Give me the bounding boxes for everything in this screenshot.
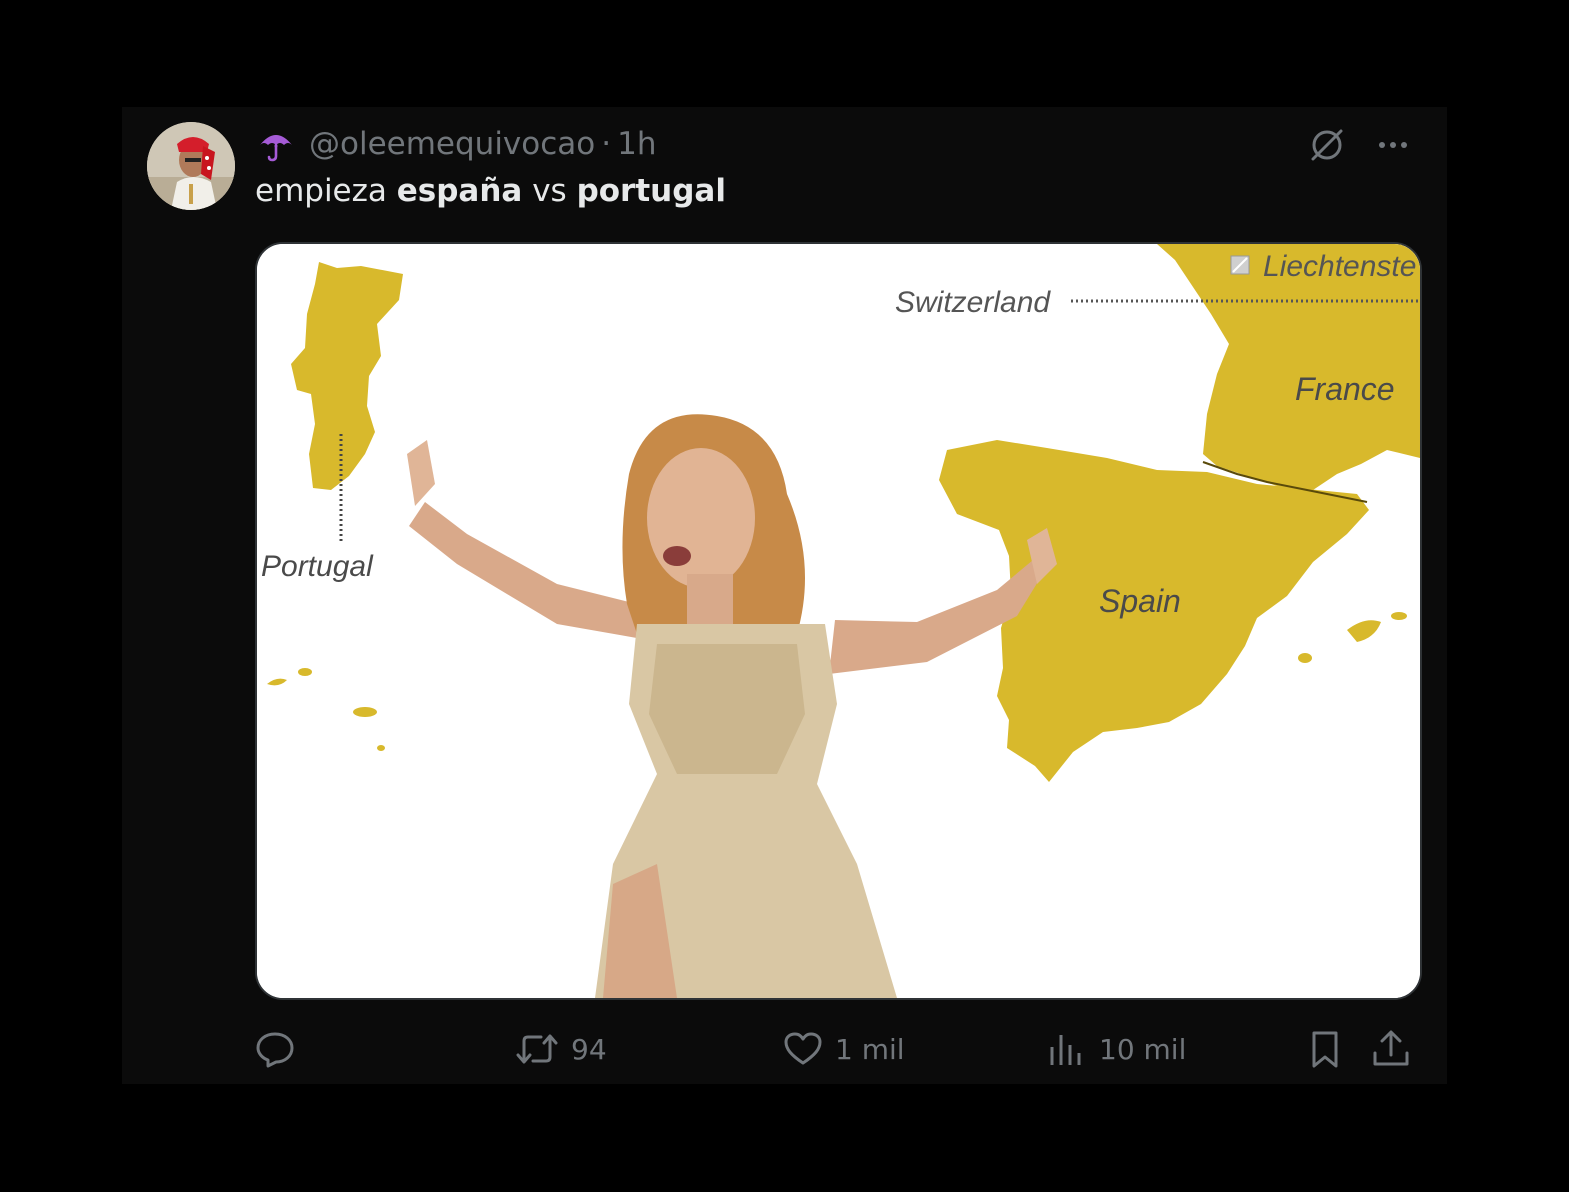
- label-spain: Spain: [1099, 583, 1181, 619]
- meme-map-image: Switzerland Liechtenste France Spain Por…: [257, 244, 1420, 998]
- tweet-media[interactable]: Switzerland Liechtenste France Spain Por…: [255, 242, 1422, 1000]
- avatar-image: [147, 122, 235, 210]
- slash-circle-icon[interactable]: [1307, 125, 1347, 169]
- avatar[interactable]: [147, 122, 235, 210]
- user-handle[interactable]: @oleemequivocao: [309, 126, 595, 162]
- like-count: 1 mil: [835, 1032, 905, 1066]
- umbrella-icon: [257, 125, 295, 163]
- post-time[interactable]: 1h: [617, 126, 656, 162]
- text-bold-espana: españa: [396, 173, 523, 209]
- share-icon: [1371, 1029, 1411, 1069]
- label-portugal: Portugal: [261, 550, 374, 583]
- views-button[interactable]: 10 mil: [1047, 1025, 1186, 1073]
- retweet-button[interactable]: 94: [515, 1025, 607, 1073]
- tweet-card[interactable]: @oleemequivocao · 1h empieza españa vs p…: [122, 107, 1447, 1084]
- tweet-text: empieza españa vs portugal: [255, 173, 726, 209]
- more-icon[interactable]: [1375, 127, 1411, 167]
- text-bold-portugal: portugal: [576, 173, 726, 209]
- retweet-count: 94: [571, 1032, 607, 1066]
- label-liechtenstein: Liechtenste: [1263, 250, 1416, 283]
- reply-icon: [255, 1029, 295, 1069]
- share-button[interactable]: [1371, 1025, 1411, 1073]
- action-bar: 94 1 mil 10 mil: [255, 1025, 1417, 1073]
- reply-button[interactable]: [255, 1025, 307, 1073]
- text-part-1: empieza: [255, 173, 397, 209]
- views-icon: [1047, 1029, 1087, 1069]
- like-button[interactable]: 1 mil: [783, 1025, 905, 1073]
- bookmark-button[interactable]: [1305, 1025, 1345, 1073]
- views-count: 10 mil: [1099, 1032, 1187, 1066]
- retweet-icon: [515, 1029, 559, 1069]
- label-switzerland: Switzerland: [895, 286, 1051, 319]
- meta-separator: ·: [601, 126, 612, 162]
- label-france: France: [1295, 371, 1395, 407]
- tweet-header: @oleemequivocao · 1h: [257, 125, 657, 163]
- heart-icon: [783, 1029, 823, 1069]
- text-part-2: vs: [522, 173, 577, 209]
- top-actions: [1307, 125, 1411, 169]
- bookmark-icon: [1305, 1029, 1345, 1069]
